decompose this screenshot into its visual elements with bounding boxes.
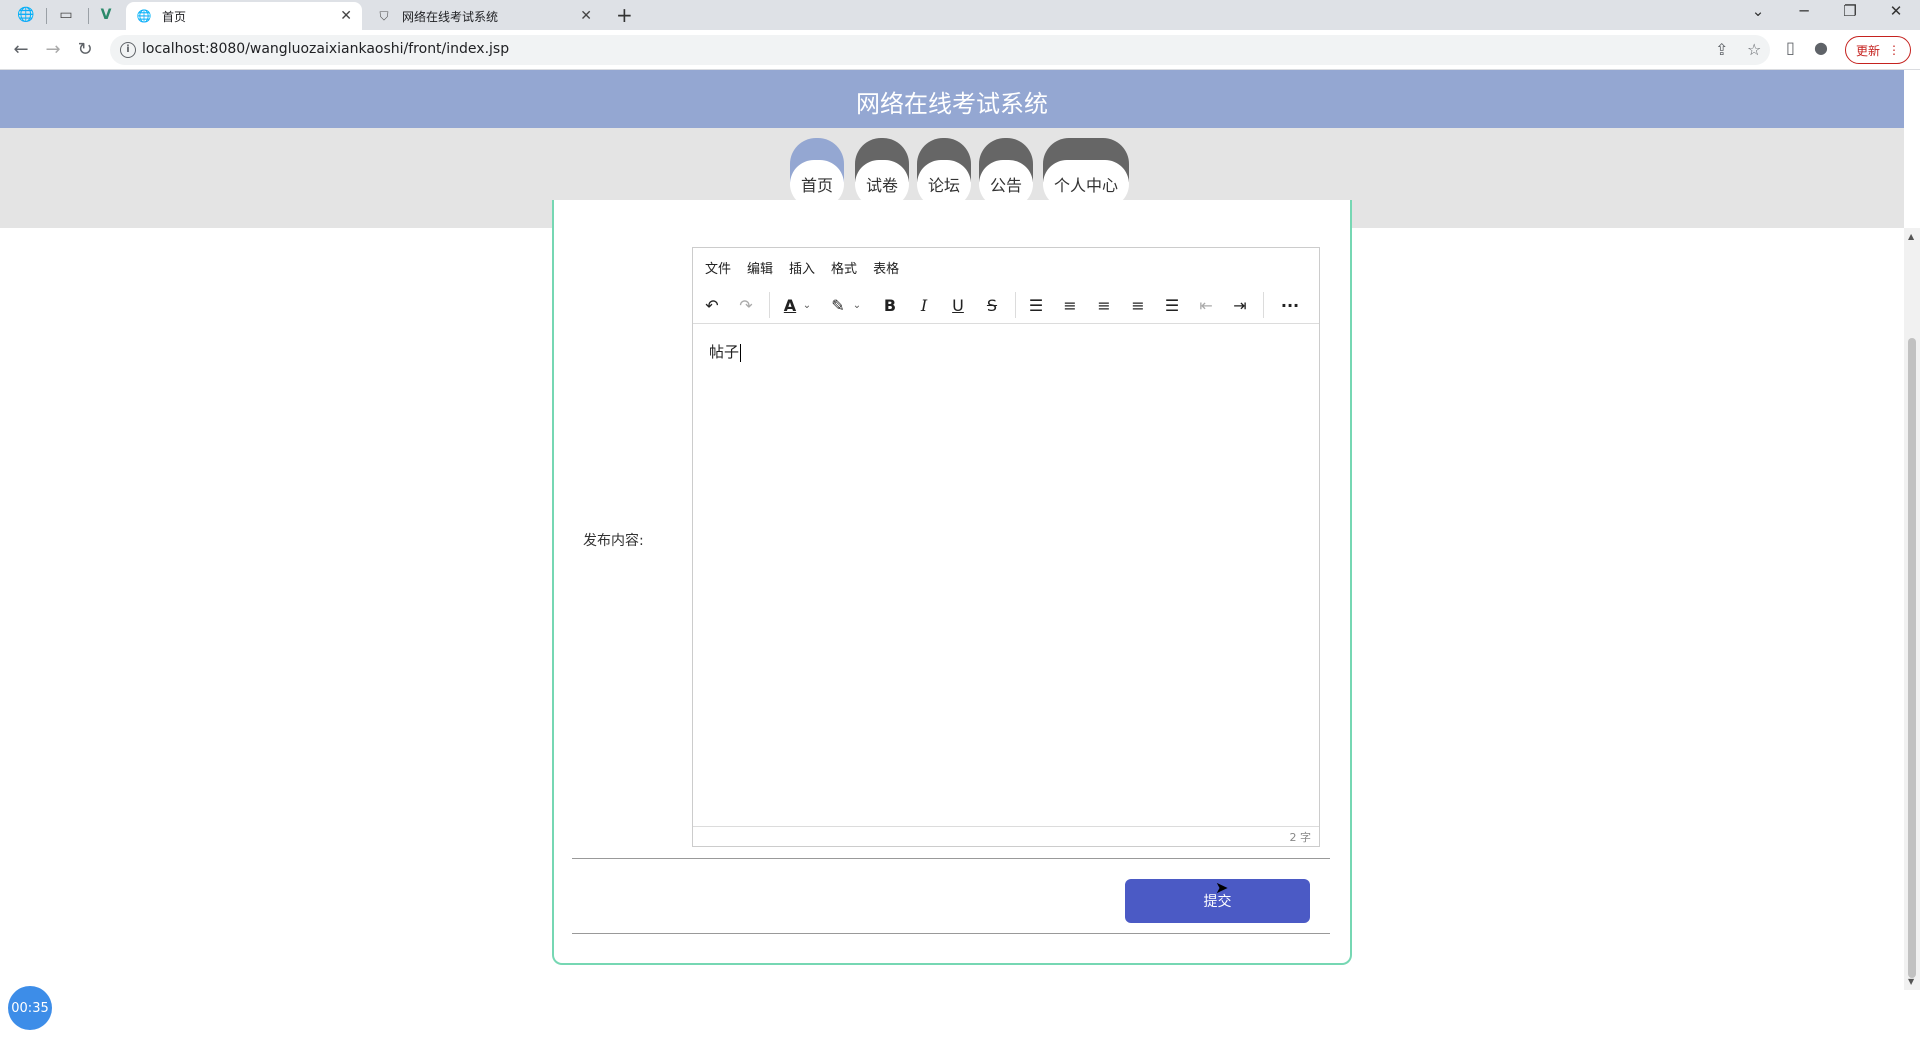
align-center-icon[interactable]: ≡ <box>1091 292 1117 318</box>
address-bar[interactable]: i localhost:8080/wangluozaixiankaoshi/fr… <box>110 35 1770 65</box>
more-icon[interactable]: ··· <box>1277 292 1303 318</box>
restore-icon[interactable]: ❐ <box>1830 2 1870 20</box>
menu-insert[interactable]: 插入 <box>789 258 815 277</box>
bold-icon[interactable]: B <box>877 292 903 318</box>
browser-toolbar: ← → ↻ i localhost:8080/wangluozaixiankao… <box>0 30 1920 70</box>
underline-icon[interactable]: U <box>945 292 971 318</box>
line-height-icon[interactable]: ☰ <box>1023 292 1049 318</box>
forward-icon[interactable]: → <box>40 38 66 62</box>
toolbar-separator <box>769 292 770 318</box>
tab-title: 网络在线考试系统 <box>402 9 499 24</box>
word-count: 2 字 <box>1289 831 1312 844</box>
window-close-icon[interactable]: ✕ <box>1876 2 1916 20</box>
tab-separator <box>88 8 89 24</box>
highlight-icon[interactable]: ✎ <box>825 292 851 318</box>
menu-format[interactable]: 格式 <box>831 258 857 277</box>
editor-statusbar: 2 字 <box>693 826 1319 846</box>
divider <box>572 933 1330 934</box>
more-vert-icon: ⋮ <box>1888 43 1900 57</box>
url-text[interactable]: localhost:8080/wangluozaixiankaoshi/fron… <box>142 41 509 57</box>
italic-icon[interactable]: I <box>911 292 937 318</box>
scroll-thumb[interactable] <box>1908 338 1916 978</box>
star-icon[interactable]: ☆ <box>1747 40 1761 59</box>
browser-tab-bar: 🌐 ▭ V 🌐 首页 ✕ ⛉ 网络在线考试系统 ✕ + ⌄ ─ ❐ ✕ <box>0 0 1920 30</box>
redo-icon[interactable]: ↷ <box>733 292 759 318</box>
toolbar-separator <box>1015 292 1016 318</box>
nav-item-announcements[interactable]: 公告 <box>979 138 1033 208</box>
align-right-icon[interactable]: ≡ <box>1125 292 1151 318</box>
tab-home[interactable]: 🌐 首页 ✕ <box>126 2 362 30</box>
tab-separator <box>46 8 47 24</box>
nav-item-forum[interactable]: 论坛 <box>917 138 971 208</box>
blank-page-icon[interactable]: ▭ <box>56 5 76 25</box>
text-caret <box>740 343 742 362</box>
update-button[interactable]: 更新 ⋮ <box>1845 36 1911 64</box>
outdent-icon[interactable]: ⇤ <box>1193 292 1219 318</box>
editor-menubar: 文件 编辑 插入 格式 表格 <box>693 248 1319 286</box>
site-title: 网络在线考试系统 <box>856 90 1048 118</box>
new-tab-button[interactable]: + <box>616 3 633 27</box>
reload-icon[interactable]: ↻ <box>72 38 98 62</box>
strikethrough-icon[interactable]: S <box>979 292 1005 318</box>
close-icon[interactable]: ✕ <box>340 8 352 24</box>
scroll-down-icon[interactable]: ▼ <box>1908 977 1914 986</box>
page-scrollbar[interactable]: ▲ ▼ <box>1904 228 1920 990</box>
align-left-icon[interactable]: ≡ <box>1057 292 1083 318</box>
indent-icon[interactable]: ⇥ <box>1227 292 1253 318</box>
share-icon[interactable]: ⇪ <box>1715 40 1728 59</box>
editor-text: 帖子 <box>709 343 740 361</box>
menu-table[interactable]: 表格 <box>873 258 899 277</box>
countdown-timer: 00:35 <box>8 986 52 1030</box>
nav-item-home[interactable]: 首页 <box>790 138 844 208</box>
nav-item-profile[interactable]: 个人中心 <box>1043 138 1129 208</box>
scroll-up-icon[interactable]: ▲ <box>1908 232 1914 241</box>
toolbar-separator <box>1263 292 1264 318</box>
back-icon[interactable]: ← <box>8 38 34 62</box>
close-icon[interactable]: ✕ <box>580 8 592 24</box>
chevron-down-icon[interactable]: ⌄ <box>799 292 815 318</box>
info-icon[interactable]: i <box>120 42 136 58</box>
editor-toolbar: ↶ ↷ A ⌄ ✎ ⌄ B I U S ☰ ≡ ≡ ≡ ☰ ⇤ ⇥ ··· <box>693 286 1319 324</box>
nav-item-exams[interactable]: 试卷 <box>855 138 909 208</box>
menu-file[interactable]: 文件 <box>705 258 731 277</box>
tab-title: 首页 <box>162 9 187 24</box>
content-label: 发布内容: <box>583 533 644 549</box>
rich-text-editor: 文件 编辑 插入 格式 表格 ↶ ↷ A ⌄ ✎ ⌄ B I U S ☰ ≡ ≡… <box>692 247 1320 847</box>
vue-logo-icon[interactable]: V <box>96 5 116 25</box>
tab-exam-system[interactable]: ⛉ 网络在线考试系统 ✕ <box>366 2 602 30</box>
minimize-icon[interactable]: ─ <box>1784 2 1824 20</box>
menu-edit[interactable]: 编辑 <box>747 258 773 277</box>
divider <box>572 858 1330 859</box>
globe-icon[interactable]: 🌐 <box>16 5 36 25</box>
tab-search-icon[interactable]: ⌄ <box>1738 2 1778 20</box>
shield-icon: ⛉ <box>379 8 389 23</box>
profile-icon[interactable]: ● <box>1814 38 1828 57</box>
mouse-pointer-icon: ➤ <box>1215 878 1229 897</box>
update-label: 更新 <box>1855 43 1880 58</box>
undo-icon[interactable]: ↶ <box>699 292 725 318</box>
globe-icon: 🌐 <box>136 9 152 23</box>
site-header: 网络在线考试系统 <box>0 70 1904 128</box>
align-justify-icon[interactable]: ☰ <box>1159 292 1185 318</box>
chevron-down-icon[interactable]: ⌄ <box>849 292 865 318</box>
side-panel-icon[interactable]: ▯ <box>1786 38 1795 57</box>
editor-content-area[interactable]: 帖子 <box>693 325 1319 828</box>
